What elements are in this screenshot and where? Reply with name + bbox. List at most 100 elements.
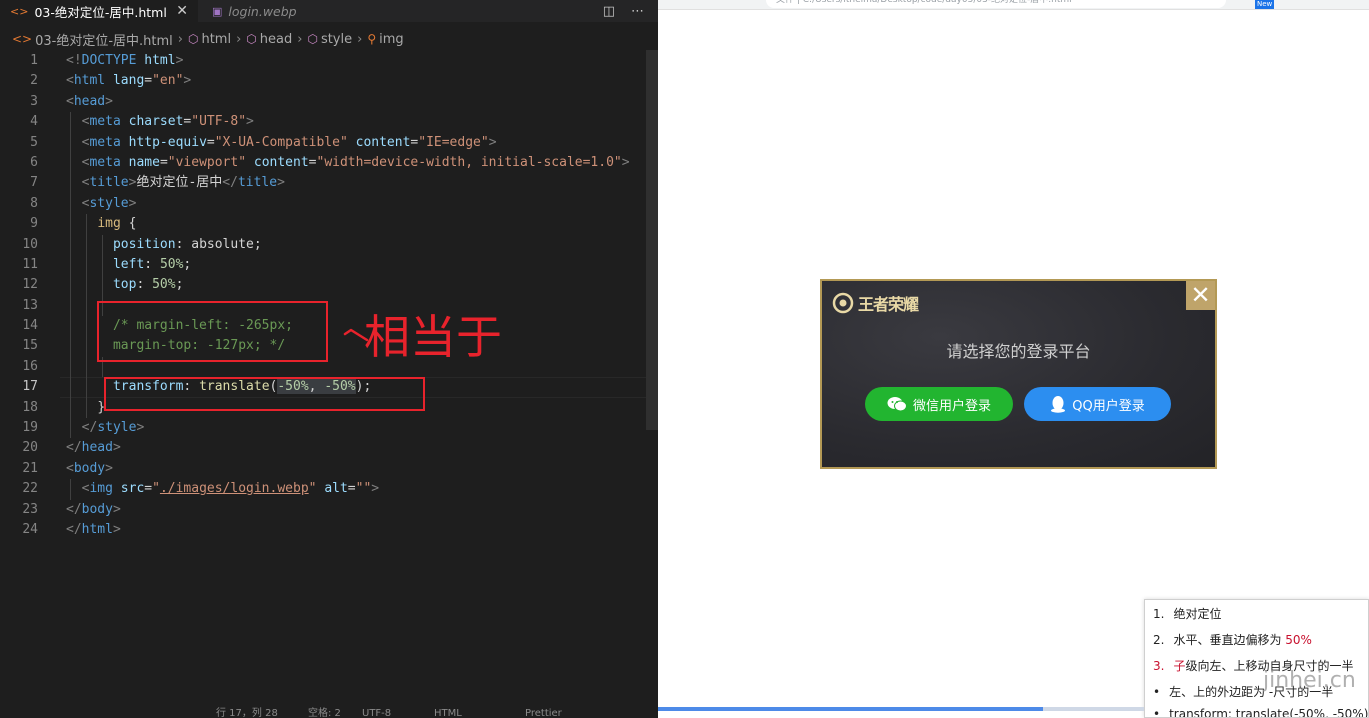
breadcrumb-item-style[interactable]: style <box>321 32 352 47</box>
tab-label: login.webp <box>228 3 297 19</box>
cube-icon: ⬡ <box>307 32 318 46</box>
cube-icon: ⬡ <box>246 32 257 46</box>
game-logo-icon <box>832 292 854 314</box>
code-area[interactable]: 1 <!DOCTYPE html> 2 <html lang="en"> 3 <hea… <box>0 51 658 540</box>
code-line: 19 </style> <box>0 418 658 439</box>
line-number: 6 <box>30 154 38 170</box>
status-encoding[interactable]: UTF-8 <box>362 708 391 718</box>
line-number: 20 <box>22 440 38 456</box>
code-line: 9 img { <box>0 214 658 235</box>
html-file-icon: <> <box>10 4 29 18</box>
line-number: 10 <box>22 236 38 252</box>
line-number: 9 <box>30 216 38 232</box>
line-number: 16 <box>22 358 38 374</box>
watermark: jinhei.cn <box>1263 668 1356 693</box>
annotation-box-margin <box>97 301 328 362</box>
code-line: 1 <!DOCTYPE html> <box>0 51 658 71</box>
breadcrumb-item-html[interactable]: html <box>201 32 231 47</box>
game-logo: 王者荣耀 <box>832 291 919 315</box>
code-line: 2 <html lang="en"> <box>0 71 658 91</box>
breadcrumb-item-file[interactable]: 03-绝对定位-居中.html <box>35 30 173 49</box>
status-position[interactable]: 行 17，列 28 <box>216 708 278 718</box>
editor-scrollbar[interactable] <box>646 50 658 430</box>
editor-tab-bar: <> 03-绝对定位-居中.html ✕ ▣ login.webp ◫ ⋯ <box>0 0 658 22</box>
code-line: 3 <head> <box>0 92 658 112</box>
code-line: 20 </head> <box>0 438 658 458</box>
login-dialog-image: 王者荣耀 ✕ 请选择您的登录平台 微信用户登录 QQ用户登录 <box>820 279 1217 469</box>
line-number: 21 <box>22 460 38 476</box>
line-number: 8 <box>30 195 38 211</box>
browser-toolbar: 文件 | C:/Users/itheima/Desktop/code/day05… <box>658 0 1369 10</box>
qq-login-button[interactable]: QQ用户登录 <box>1024 387 1171 421</box>
note-item: 2. 水平、垂直边偏移为 50% <box>1153 633 1312 647</box>
close-button[interactable]: ✕ <box>1186 281 1215 310</box>
line-number: 18 <box>22 399 38 415</box>
image-file-icon: ▣ <box>212 4 223 18</box>
code-editor-pane: <> 03-绝对定位-居中.html ✕ ▣ login.webp ◫ ⋯ <>… <box>0 0 658 718</box>
chevron-right-icon: › <box>236 31 242 47</box>
line-number: 14 <box>22 318 38 334</box>
code-line: 4 <meta charset="UTF-8"> <box>0 112 658 133</box>
chevron-right-icon: › <box>357 31 363 47</box>
note-item: 1. 绝对定位 <box>1153 607 1222 621</box>
line-number: 13 <box>22 297 38 313</box>
status-language[interactable]: HTML <box>434 708 462 718</box>
breadcrumb-item-head[interactable]: head <box>260 32 292 47</box>
tab-html-file[interactable]: <> 03-绝对定位-居中.html ✕ <box>0 0 198 22</box>
line-number: 22 <box>22 481 38 497</box>
notes-panel: 1. 绝对定位 2. 水平、垂直边偏移为 50% 3. 子级向左、上移动自身尺寸的一半… <box>1144 599 1369 718</box>
status-formatter[interactable]: Prettier <box>525 708 562 718</box>
line-number: 24 <box>22 521 38 537</box>
code-line: 22 <img src="./images/login.webp" alt=""… <box>0 479 658 500</box>
code-line: 21 <body> <box>0 459 658 479</box>
more-actions-icon[interactable]: ⋯ <box>631 4 644 19</box>
line-number: 23 <box>22 501 38 517</box>
line-number: 12 <box>22 277 38 293</box>
close-icon[interactable]: ✕ <box>176 3 188 19</box>
code-line: 10 position: absolute; <box>0 234 658 255</box>
game-logo-text: 王者荣耀 <box>858 295 919 314</box>
code-line: 23 </body> <box>0 500 658 520</box>
wechat-login-button[interactable]: 微信用户登录 <box>865 387 1013 421</box>
cube-icon: ⬡ <box>187 32 199 46</box>
line-number: 3 <box>30 93 38 109</box>
line-number: 1 <box>30 53 38 68</box>
breadcrumb: <> 03-绝对定位-居中.html › ⬡ html › ⬡ head › ⬡… <box>0 28 404 50</box>
split-editor-icon[interactable]: ◫ <box>603 4 615 19</box>
code-line: 8 <style> <box>0 193 658 215</box>
tab-label: 03-绝对定位-居中.html <box>34 4 167 20</box>
line-number: 19 <box>22 420 38 436</box>
code-line: 7 <title>绝对定位-居中</title> <box>0 173 658 194</box>
line-number: 7 <box>30 175 38 191</box>
code-line: 6 <meta name="viewport" content="width=d… <box>0 152 658 174</box>
code-line: 5 <meta http-equiv="X-UA-Compatible" con… <box>0 132 658 153</box>
dialog-title: 请选择您的登录平台 <box>946 342 1091 361</box>
line-number: 2 <box>30 73 38 89</box>
annotation-text: 相当于 <box>364 310 502 364</box>
line-number: 5 <box>30 134 38 150</box>
new-badge: New <box>1255 0 1275 9</box>
line-number: 4 <box>30 114 38 130</box>
status-spaces[interactable]: 空格: 2 <box>308 708 341 718</box>
code-line: 11 left: 50%; <box>0 254 658 276</box>
code-line: 12 top: 50%; <box>0 275 658 296</box>
editor-actions: ◫ ⋯ <box>603 0 644 22</box>
tab-image-file[interactable]: ▣ login.webp <box>198 0 348 22</box>
address-bar[interactable]: 文件 | C:/Users/itheima/Desktop/code/day05… <box>766 0 1226 8</box>
wechat-login-label: 微信用户登录 <box>912 398 991 414</box>
annotation-box-transform <box>104 377 425 411</box>
status-bar: 行 17，列 28 空格: 2 UTF-8 HTML Prettier <box>0 706 658 718</box>
breadcrumb-item-img[interactable]: img <box>379 32 404 47</box>
qq-login-label: QQ用户登录 <box>1072 398 1145 414</box>
video-progress-buffer <box>1043 707 1144 711</box>
css-rule-icon: ⚲ <box>367 32 377 46</box>
browser-pane: 文件 | C:/Users/itheima/Desktop/code/day05… <box>658 0 1369 718</box>
code-line: 24 </html> <box>0 520 658 540</box>
chevron-right-icon: › <box>177 31 183 47</box>
chevron-right-icon: › <box>297 31 303 47</box>
qq-penguin-icon <box>1051 396 1066 413</box>
html-file-icon: <> <box>12 32 33 46</box>
line-number: 17 <box>22 379 38 395</box>
line-number: 11 <box>22 256 38 272</box>
note-item: • transform: translate(-50%, -50%) <box>1153 707 1369 718</box>
